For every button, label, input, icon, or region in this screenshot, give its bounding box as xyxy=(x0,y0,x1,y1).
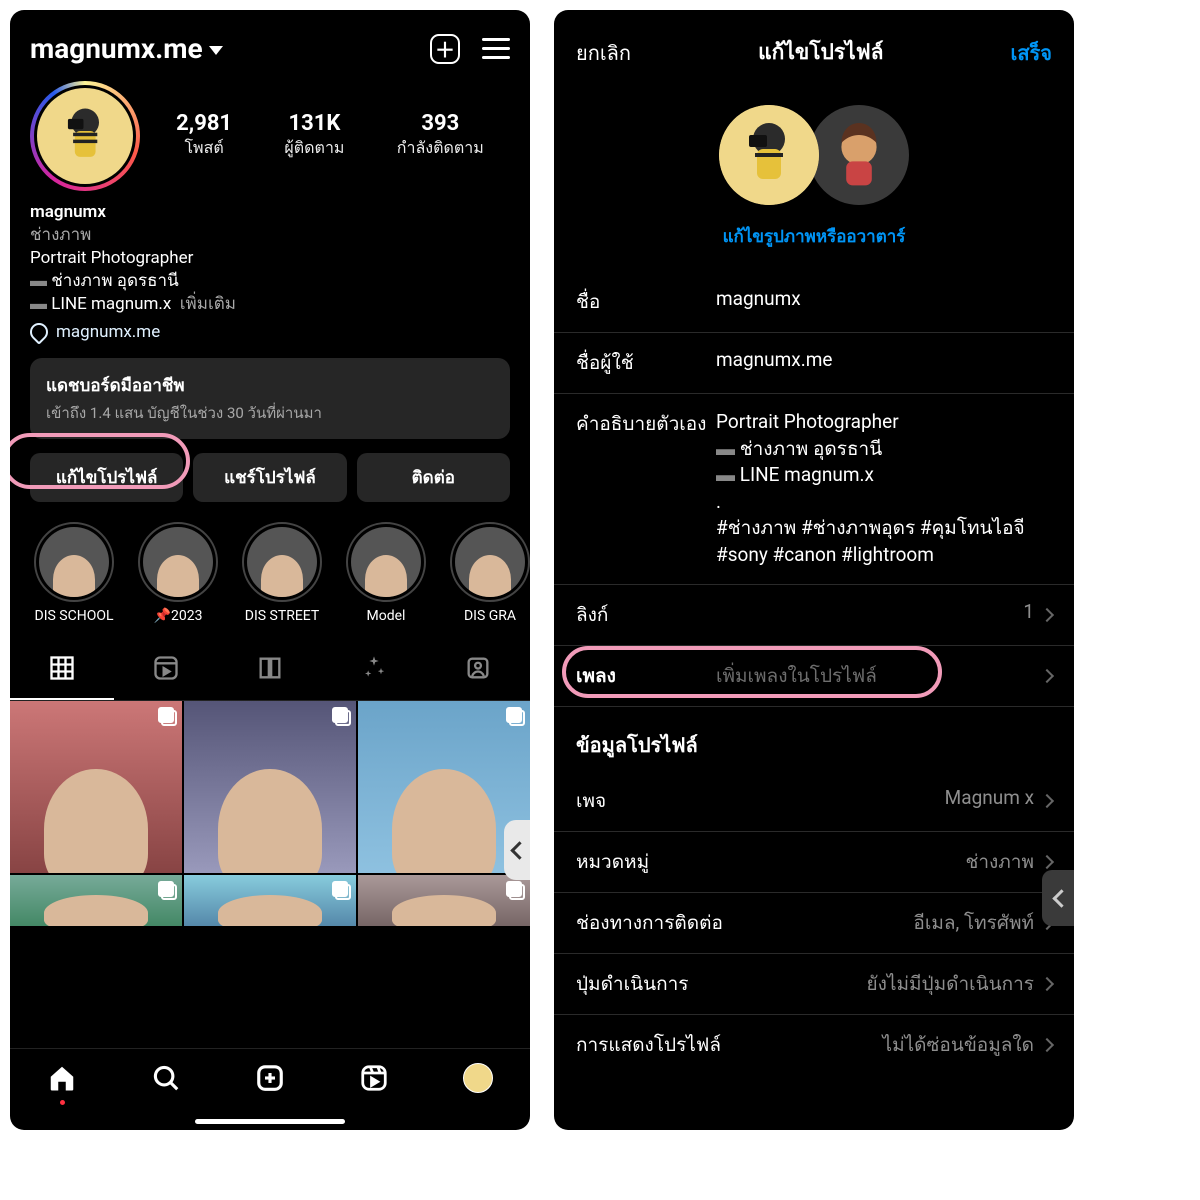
nav-home-icon[interactable] xyxy=(47,1063,77,1105)
tab-guides-icon[interactable] xyxy=(218,642,322,700)
highlight-item[interactable]: DIS SCHOOL xyxy=(30,522,118,624)
bio-line3: ▬ LINE magnum.x เพิ่มเติม xyxy=(30,293,510,316)
row-profile-display[interactable]: การแสดงโปรไฟล์ ไม่ได้ซ่อนข้อมูลใด xyxy=(554,1015,1074,1075)
home-indicator xyxy=(195,1119,345,1124)
chevron-right-icon xyxy=(1040,1037,1054,1051)
category: ช่างภาพ xyxy=(30,224,510,247)
menu-icon[interactable] xyxy=(482,38,510,59)
row-page[interactable]: เพจ Magnum x xyxy=(554,771,1074,832)
link-icon xyxy=(26,319,51,344)
profile-photo[interactable] xyxy=(719,105,819,205)
post-thumbnail[interactable] xyxy=(358,875,530,927)
row-action-button[interactable]: ปุ่มดำเนินการ ยังไม่มีปุ่มดำเนินการ xyxy=(554,954,1074,1015)
tab-grid-icon[interactable] xyxy=(10,642,114,700)
side-handle[interactable] xyxy=(1042,870,1074,926)
avatar-cartoon[interactable] xyxy=(809,105,909,205)
carousel-icon xyxy=(158,881,176,899)
edit-title: แก้ไขโปรไฟล์ xyxy=(758,36,883,69)
field-name[interactable]: ชื่อ magnumx xyxy=(554,272,1074,333)
chevron-right-icon xyxy=(1040,793,1054,807)
edit-profile-screen: ยกเลิก แก้ไขโปรไฟล์ เสร็จ แก้ไขรูปภาพหรื… xyxy=(554,10,1074,1130)
profile-screen: magnumx.me ＋ 2,981 โพสต์ 131K ผู้ติดตาม … xyxy=(10,10,530,1130)
cancel-button[interactable]: ยกเลิก xyxy=(576,37,631,69)
bio-line1: Portrait Photographer xyxy=(30,247,510,270)
bio-more[interactable]: เพิ่มเติม xyxy=(180,294,236,314)
carousel-icon xyxy=(332,881,350,899)
edit-profile-button[interactable]: แก้ไขโปรไฟล์ xyxy=(30,453,183,502)
avatar-image xyxy=(37,88,133,184)
tab-tagged-icon[interactable] xyxy=(426,642,530,700)
edit-header: ยกเลิก แก้ไขโปรไฟล์ เสร็จ xyxy=(554,10,1074,83)
field-link[interactable]: ลิงก์ 1 xyxy=(554,585,1074,646)
username-selector[interactable]: magnumx.me xyxy=(30,32,223,65)
nav-search-icon[interactable] xyxy=(151,1063,181,1105)
avatar-pair xyxy=(554,83,1074,215)
section-profile-info: ข้อมูลโปรไฟล์ xyxy=(554,707,1074,771)
highlight-item[interactable]: 📌2023 xyxy=(134,522,222,624)
nav-create-icon[interactable] xyxy=(255,1063,285,1105)
side-handle[interactable] xyxy=(504,820,530,880)
edit-photo-link[interactable]: แก้ไขรูปภาพหรืออวาตาร์ xyxy=(554,215,1074,272)
carousel-icon xyxy=(506,881,524,899)
bio-block: magnumx ช่างภาพ Portrait Photographer ▬ … xyxy=(10,191,530,316)
stat-following[interactable]: 393 กำลังติดตาม xyxy=(397,111,484,161)
row-category[interactable]: หมวดหมู่ ช่างภาพ xyxy=(554,832,1074,893)
field-username[interactable]: ชื่อผู้ใช้ magnumx.me xyxy=(554,333,1074,394)
username-text: magnumx.me xyxy=(30,32,203,65)
highlight-item[interactable]: DIS GRA xyxy=(446,522,530,624)
avatar-story-ring[interactable] xyxy=(30,81,140,191)
carousel-icon xyxy=(332,707,350,725)
chevron-right-icon xyxy=(1040,976,1054,990)
story-highlights: DIS SCHOOL 📌2023 DIS STREET Model DIS GR… xyxy=(10,502,530,624)
chevron-right-icon xyxy=(1040,607,1054,621)
profile-header: magnumx.me ＋ xyxy=(10,10,530,75)
display-name: magnumx xyxy=(30,201,510,224)
profile-link[interactable]: magnumx.me xyxy=(10,316,530,342)
bio-line2: ▬ ช่างภาพ อุดรธานี xyxy=(30,270,510,293)
pro-dashboard[interactable]: แดชบอร์ดมืออาชีพ เข้าถึง 1.4 แสน บัญชีใน… xyxy=(30,358,510,439)
row-contact[interactable]: ช่องทางการติดต่อ อีเมล, โทรศัพท์ xyxy=(554,893,1074,954)
field-bio[interactable]: คำอธิบายตัวเอง Portrait Photographer ▬ ช… xyxy=(554,394,1074,585)
profile-tabs xyxy=(10,642,530,701)
post-thumbnail[interactable] xyxy=(184,701,356,873)
tab-reels-icon[interactable] xyxy=(114,642,218,700)
highlight-item[interactable]: DIS STREET xyxy=(238,522,326,624)
post-thumbnail[interactable] xyxy=(184,875,356,927)
posts-grid xyxy=(10,701,530,927)
highlight-item[interactable]: Model xyxy=(342,522,430,624)
chevron-right-icon xyxy=(1040,668,1054,682)
post-thumbnail[interactable] xyxy=(10,701,182,873)
carousel-icon xyxy=(158,707,176,725)
contact-button[interactable]: ติดต่อ xyxy=(357,453,510,502)
bottom-nav xyxy=(10,1048,530,1113)
field-music[interactable]: เพลง เพิ่มเพลงในโปรไฟล์ xyxy=(554,646,1074,707)
nav-reels-icon[interactable] xyxy=(359,1063,389,1105)
create-icon[interactable]: ＋ xyxy=(430,34,460,64)
carousel-icon xyxy=(506,707,524,725)
chevron-down-icon xyxy=(209,46,223,55)
stat-posts[interactable]: 2,981 โพสต์ xyxy=(176,111,232,161)
post-thumbnail[interactable] xyxy=(10,875,182,927)
tab-effects-icon[interactable] xyxy=(322,642,426,700)
stat-followers[interactable]: 131K ผู้ติดตาม xyxy=(284,111,344,161)
share-profile-button[interactable]: แชร์โปรไฟล์ xyxy=(193,453,346,502)
nav-profile-icon[interactable] xyxy=(463,1063,493,1105)
chevron-right-icon xyxy=(1040,854,1054,868)
done-button[interactable]: เสร็จ xyxy=(1010,37,1052,69)
